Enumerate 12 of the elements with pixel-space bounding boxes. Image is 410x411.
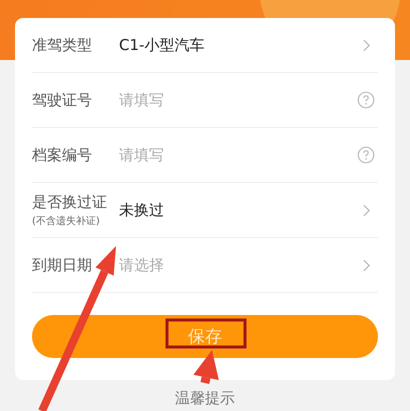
field-value[interactable]: C1-小型汽车: [119, 36, 363, 54]
field-note: (不含遗失补证): [32, 214, 101, 228]
input-field[interactable]: 请填写: [119, 91, 357, 109]
tip-heading: 温馨提示: [174, 389, 236, 408]
field-label: 档案编号: [32, 146, 93, 164]
field-label: 到期日期: [32, 256, 93, 274]
input-field[interactable]: 请选择: [119, 256, 363, 274]
field-label: 准驾类型: [32, 36, 93, 54]
field-value[interactable]: 未换过: [119, 200, 363, 220]
input-field[interactable]: 请填写: [119, 146, 357, 164]
field-label: 是否换过证: [32, 192, 108, 212]
field-label: 驾驶证号: [32, 90, 93, 110]
